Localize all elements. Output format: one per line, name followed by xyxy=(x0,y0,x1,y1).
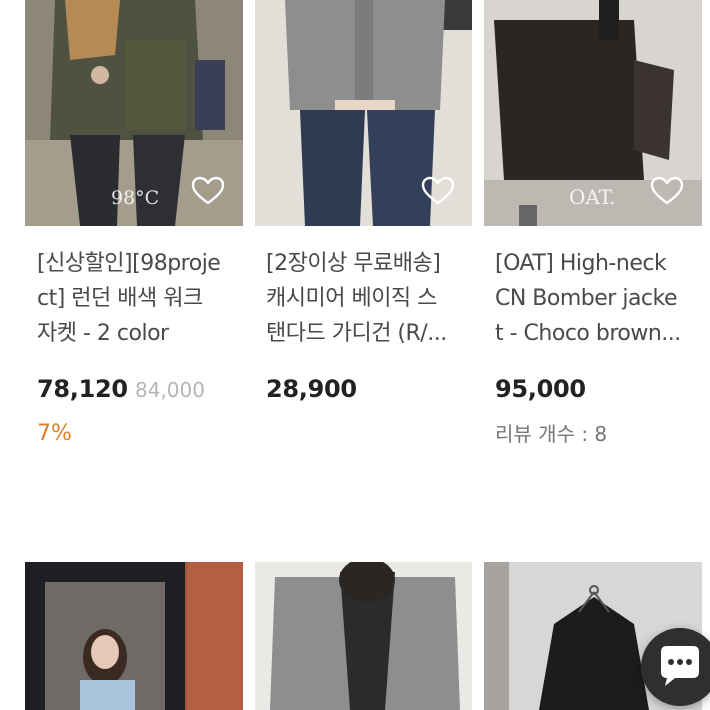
product-title[interactable]: [신상할인][98proje ct] 런던 배색 워크 자켓 - 2 color xyxy=(37,246,237,351)
discount-badge: 7% xyxy=(37,421,72,446)
product-title[interactable]: [2장이상 무료배송] 캐시미어 베이직 스 탠다드 가디건 (R/... xyxy=(266,246,466,351)
product-image[interactable] xyxy=(255,0,472,226)
title-line: t - Choco brown... xyxy=(495,321,681,346)
chat-button[interactable] xyxy=(641,628,710,706)
title-line: [2장이상 무료배송] xyxy=(266,251,441,276)
product-title[interactable]: [OAT] High-neck CN Bomber jacke t - Choc… xyxy=(495,246,695,351)
heart-outline-icon[interactable] xyxy=(650,176,684,206)
product-image[interactable]: OAT. xyxy=(484,0,702,226)
product-photo xyxy=(255,562,472,710)
title-line: 탠다드 가디건 (R/... xyxy=(266,321,447,346)
brand-watermark: 98°C xyxy=(111,187,160,209)
chat-bubble-icon xyxy=(661,646,699,686)
product-image[interactable]: 98°C xyxy=(25,0,243,226)
brand-watermark: OAT. xyxy=(569,185,616,209)
product-photo xyxy=(25,562,243,710)
sale-price: 28,900 xyxy=(266,375,357,403)
title-line: [신상할인][98proje xyxy=(37,251,221,276)
product-grid: 98°C [신상할인][98proje ct] 런던 배색 워크 자켓 - 2 … xyxy=(0,0,710,710)
sale-price: 78,120 xyxy=(37,375,128,403)
review-count: 리뷰 개수 : 8 xyxy=(495,422,608,446)
product-image[interactable] xyxy=(255,562,472,710)
original-price: 84,000 xyxy=(135,378,205,402)
heart-outline-icon[interactable] xyxy=(191,176,225,206)
title-line: ct] 런던 배색 워크 xyxy=(37,286,203,311)
title-line: 캐시미어 베이직 스 xyxy=(266,286,437,311)
product-image[interactable] xyxy=(25,562,243,710)
title-line: CN Bomber jacke xyxy=(495,286,678,311)
sale-price: 95,000 xyxy=(495,375,586,403)
title-line: [OAT] High-neck xyxy=(495,251,667,276)
title-line: 자켓 - 2 color xyxy=(37,321,169,346)
heart-outline-icon[interactable] xyxy=(421,176,455,206)
